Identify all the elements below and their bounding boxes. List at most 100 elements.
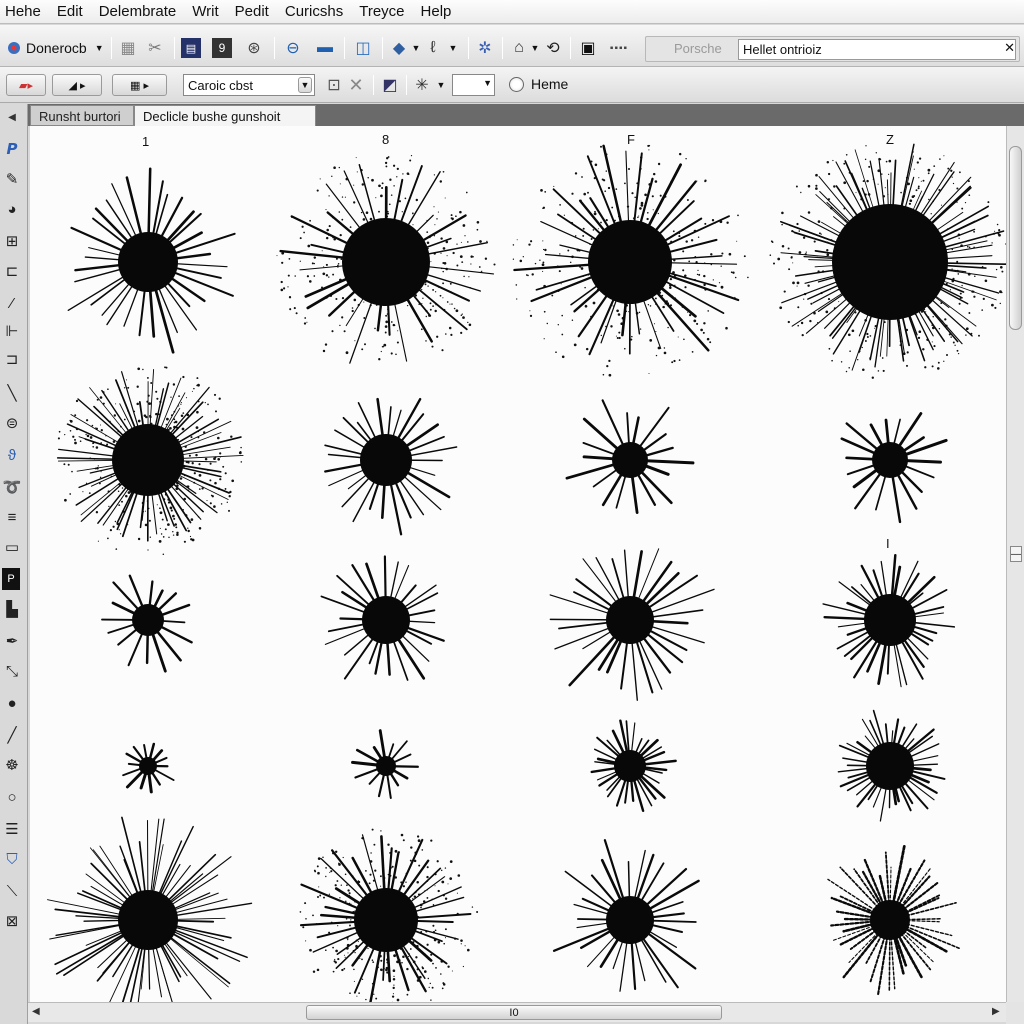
pressure-icon[interactable]: ◩ xyxy=(380,74,400,96)
align-tool-icon[interactable]: ≡ xyxy=(0,506,24,528)
search-input[interactable] xyxy=(738,39,1016,60)
vertical-scrollbar[interactable]: — xyxy=(1006,126,1024,1002)
brush-preset[interactable] xyxy=(276,155,496,364)
menu-delembrate[interactable]: Delembrate xyxy=(91,0,185,24)
brush-preset-button[interactable]: ▰▸ xyxy=(6,74,46,96)
list-tool-icon[interactable]: ☰ xyxy=(0,818,24,840)
heme-radio[interactable] xyxy=(509,77,524,92)
lasso-tool-icon[interactable]: ➰ xyxy=(0,476,24,498)
horizontal-scrollbar[interactable]: ◀ I0 ▶ xyxy=(28,1002,1006,1022)
undo-icon[interactable]: ⊖ xyxy=(282,38,304,58)
chevron-down-icon[interactable]: ▼ xyxy=(530,38,540,58)
close-icon[interactable]: ✕ xyxy=(347,74,365,96)
toolbar-divider xyxy=(570,37,571,59)
brush-preset[interactable] xyxy=(837,709,946,822)
brush-preset[interactable] xyxy=(299,828,479,1002)
vertical-scroll-thumb[interactable] xyxy=(1009,146,1022,330)
brush-preset[interactable] xyxy=(565,399,695,515)
crop-tool-icon[interactable]: ⊏ xyxy=(0,260,24,282)
layers-icon[interactable]: ◫ xyxy=(352,38,374,58)
frame-icon[interactable]: ▣ xyxy=(578,38,598,58)
rectangle-tool-icon[interactable]: ▭ xyxy=(0,536,24,558)
lasso-icon[interactable]: ℓ xyxy=(424,38,442,58)
brush-preset[interactable] xyxy=(324,397,458,536)
tab-runsht-burtori[interactable]: Runsht burtori xyxy=(30,105,134,126)
hand-tool-icon[interactable]: ☸ xyxy=(0,754,24,776)
pen-tool-icon[interactable]: 𝙋 xyxy=(0,138,24,160)
magic-wand-tool-icon[interactable]: ϑ xyxy=(0,444,24,466)
frame-tool-icon[interactable]: ⊠ xyxy=(0,910,24,932)
clone-tool-icon[interactable]: ⊐ xyxy=(0,348,24,370)
pencil-tool-icon[interactable]: ✎ xyxy=(0,168,24,190)
menu-edit[interactable]: Edit xyxy=(49,0,91,24)
lock-icon[interactable]: ⊡ xyxy=(325,74,343,96)
tab-declicle-bushe-gunshoit[interactable]: Declicle bushe gunshoit xyxy=(134,105,316,126)
cut-icon[interactable]: ✂ xyxy=(145,38,165,58)
copy-icon[interactable]: ▦ xyxy=(118,38,138,58)
chevron-down-icon[interactable]: ▼ xyxy=(410,38,422,58)
brush-preset[interactable] xyxy=(840,412,948,524)
brush-preset[interactable] xyxy=(47,816,253,1002)
brush-preset[interactable] xyxy=(822,553,956,688)
transform-icon[interactable]: ⟲ xyxy=(542,38,564,58)
horizontal-scroll-thumb[interactable]: I0 xyxy=(306,1005,722,1020)
rotate-tool-icon[interactable]: ○ xyxy=(0,786,24,808)
menu-curicshs[interactable]: Curicshs xyxy=(277,0,351,24)
smudge-tool-icon[interactable]: ✒ xyxy=(0,630,24,652)
menu-pedit[interactable]: Pedit xyxy=(227,0,277,24)
brush-canvas[interactable]: 1 8 F Z I xyxy=(30,126,1006,1002)
menu-treyce[interactable]: Treyce xyxy=(351,0,412,24)
brush-preset[interactable] xyxy=(351,729,419,799)
chevron-down-icon[interactable]: ▼ xyxy=(298,77,312,93)
ruler-tool-icon[interactable]: ╱ xyxy=(0,724,24,746)
size-select[interactable]: ▼ xyxy=(452,74,495,96)
stamp-tool-icon[interactable]: ⊩ xyxy=(0,320,24,342)
scroll-marker[interactable]: — xyxy=(1010,546,1022,562)
zoom-tool-icon[interactable]: ⊜ xyxy=(0,412,24,434)
needle-tool-icon[interactable]: ⟍ xyxy=(0,880,24,902)
bucket-tool-icon[interactable]: ◕ xyxy=(0,198,24,220)
menu-file[interactable]: Hehe xyxy=(0,0,49,24)
brush-preset[interactable] xyxy=(122,742,175,794)
brush-preset[interactable] xyxy=(552,839,700,992)
grid-tool-icon[interactable]: ⊞ xyxy=(0,230,24,252)
fx-icon[interactable]: ✲ xyxy=(474,38,496,58)
collapse-arrow-icon[interactable]: ◀ xyxy=(0,106,24,128)
brush-preset[interactable] xyxy=(549,548,715,701)
scroll-right-icon[interactable]: ▶ xyxy=(992,1006,1000,1017)
brush-mode-button[interactable]: ◢ ▸ xyxy=(52,74,102,96)
more-options-icon[interactable]: ▪▪▪▪ xyxy=(600,38,638,58)
scroll-left-icon[interactable]: ◀ xyxy=(32,1006,40,1017)
airbrush-button[interactable]: ▦ ▸ xyxy=(112,74,167,96)
brush-preset[interactable] xyxy=(101,574,193,673)
fill-tool-icon[interactable]: ⛉ xyxy=(0,848,24,870)
chevron-down-icon[interactable]: ▼ xyxy=(434,74,448,96)
brush-preset[interactable] xyxy=(320,555,445,681)
brush-preset[interactable] xyxy=(590,719,677,813)
blur-tool-icon[interactable]: ▙ xyxy=(0,598,24,620)
sponge-tool-icon[interactable]: ● xyxy=(0,692,24,714)
save-icon[interactable]: ▤ xyxy=(181,38,201,58)
settings-icon[interactable]: ⊛ xyxy=(244,38,264,58)
brush-preset[interactable] xyxy=(67,167,236,354)
menu-writ[interactable]: Writ xyxy=(184,0,226,24)
brush-icon[interactable]: ◆ xyxy=(388,38,410,58)
line-tool-icon[interactable]: ╲ xyxy=(0,382,24,404)
document-dropdown[interactable]: Donerocb ▼ xyxy=(6,36,106,60)
font-select[interactable]: Caroic cbst ▼ xyxy=(183,74,315,96)
brush-preset[interactable] xyxy=(769,143,1006,379)
close-icon[interactable]: ✕ xyxy=(1004,40,1015,56)
redo-icon[interactable]: ▬ xyxy=(314,38,336,58)
brush-preset[interactable] xyxy=(56,366,244,556)
scatter-icon[interactable]: ✳ xyxy=(412,74,432,96)
brush-preset[interactable] xyxy=(512,144,749,377)
path-tool-icon[interactable]: ⤡ xyxy=(0,660,24,682)
menu-bar: Hehe Edit Delembrate Writ Pedit Curicshs… xyxy=(0,0,1024,24)
print-icon[interactable]: 9 xyxy=(212,38,232,58)
chevron-down-icon[interactable]: ▼ xyxy=(446,38,460,58)
menu-help[interactable]: Help xyxy=(413,0,460,24)
eyedropper-tool-icon[interactable]: ⁄ xyxy=(0,292,24,314)
foreground-color-icon[interactable]: P xyxy=(2,568,20,590)
brush-preset[interactable] xyxy=(827,844,960,997)
home-icon[interactable]: ⌂ xyxy=(508,38,530,58)
